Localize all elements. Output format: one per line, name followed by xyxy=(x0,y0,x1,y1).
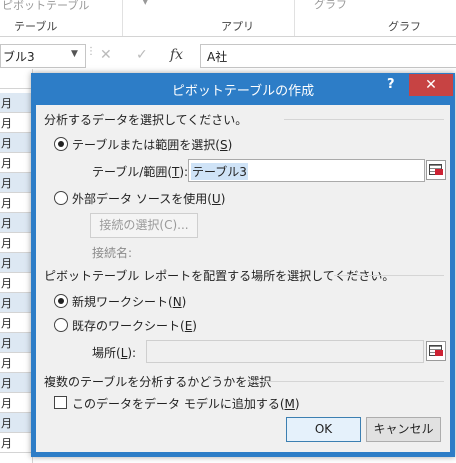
formula-buttons: ✕ ✓ fx xyxy=(90,44,194,66)
connection-name-label: 接続名: xyxy=(92,246,133,260)
table-row[interactable]: 月 xyxy=(0,413,32,433)
table-row[interactable]: 月 xyxy=(0,313,32,333)
table-row[interactable]: 月 xyxy=(0,233,32,253)
ribbon-pivottable-item[interactable]: ピボットテーブル xyxy=(2,0,89,13)
dialog-titlebar[interactable]: ピボットテーブルの作成 ? ✕ xyxy=(31,73,455,103)
name-box[interactable]: ブル3 ▼ xyxy=(0,44,86,68)
divider xyxy=(284,119,444,120)
table-row[interactable]: 月 xyxy=(0,273,32,293)
radio-table-range-label[interactable]: テーブルまたは範囲を選択(S) xyxy=(72,136,232,153)
formula-value: A社 xyxy=(207,50,228,64)
table-row[interactable]: 月 xyxy=(0,133,32,153)
choose-connection-button[interactable]: 接続の選択(C)... xyxy=(90,213,198,238)
table-range-input[interactable]: テーブル3 xyxy=(188,159,425,182)
ribbon-separator xyxy=(294,0,295,36)
table-range-label: テーブル/範囲(T): xyxy=(92,165,189,179)
table-row[interactable] xyxy=(0,69,32,89)
radio-external-source-label[interactable]: 外部データ ソースを使用(U) xyxy=(72,190,225,207)
grip-icon: ⋮ xyxy=(86,46,96,57)
ribbon-separator xyxy=(122,0,123,36)
close-button[interactable]: ✕ xyxy=(409,74,453,96)
range-select-icon[interactable] xyxy=(426,160,446,180)
table-row[interactable]: 月 xyxy=(0,193,32,213)
cancel-button[interactable]: キャンセル xyxy=(366,417,441,442)
table-row[interactable]: 月 xyxy=(0,153,32,173)
table-row[interactable]: 月 xyxy=(0,293,32,313)
radio-new-worksheet-label[interactable]: 新規ワークシート(N) xyxy=(72,293,186,310)
ribbon-graph-item[interactable]: グラフ xyxy=(314,0,347,12)
location-select-icon[interactable] xyxy=(426,341,446,361)
ribbon-group-graph-label: グラフ xyxy=(388,20,421,33)
radio-existing-worksheet-label[interactable]: 既存のワークシート(E) xyxy=(72,317,197,334)
section-choose-data-label: 分析するデータを選択してください。 xyxy=(44,113,248,127)
dialog-body: 分析するデータを選択してください。 テーブルまたは範囲を選択(S) テーブル/範… xyxy=(36,105,450,452)
table-range-value: テーブル3 xyxy=(191,163,248,180)
divider xyxy=(334,275,444,276)
radio-existing-worksheet[interactable] xyxy=(54,318,68,332)
name-box-value: ブル3 xyxy=(3,50,35,64)
radio-external-source[interactable] xyxy=(54,191,68,205)
table-row[interactable]: 月 xyxy=(0,393,32,413)
ribbon-dropdown-icon[interactable]: ▾ xyxy=(142,0,149,9)
formula-input[interactable]: A社 xyxy=(200,44,456,68)
create-pivottable-dialog: ピボットテーブルの作成 ? ✕ 分析するデータを選択してください。 テーブルまた… xyxy=(31,73,455,457)
add-to-data-model-checkbox[interactable] xyxy=(54,396,67,409)
ribbon-group-apps-label: アプリ xyxy=(221,20,254,33)
add-to-data-model-label[interactable]: このデータをデータ モデルに追加する(M) xyxy=(72,395,300,412)
section-multiple-tables-label: 複数のテーブルを分析するかどうかを選択 xyxy=(44,375,272,389)
table-row[interactable]: 月 xyxy=(0,253,32,273)
ok-button[interactable]: OK xyxy=(286,417,361,442)
table-row[interactable]: 月 xyxy=(0,373,32,393)
table-row[interactable]: 月 xyxy=(0,333,32,353)
help-icon[interactable]: ? xyxy=(387,77,395,92)
ribbon: ピボットテーブル テーブル ▾ アプリ グラフ グラフ xyxy=(0,0,456,37)
chevron-down-icon[interactable]: ▼ xyxy=(71,49,78,59)
ribbon-group-table-label: テーブル xyxy=(14,20,58,33)
table-row[interactable]: 月 xyxy=(0,93,32,113)
table-row[interactable]: 月 xyxy=(0,173,32,193)
cancel-icon[interactable]: ✕ xyxy=(100,47,112,63)
fx-icon[interactable]: fx xyxy=(170,47,183,63)
table-row[interactable]: 月 xyxy=(0,433,32,453)
divider xyxy=(248,381,444,382)
location-label: 場所(L): xyxy=(92,346,137,360)
table-row[interactable]: 月 xyxy=(0,113,32,133)
table-row[interactable]: 月 xyxy=(0,213,32,233)
sheet-column: 月 月 月 月 月 月 月 月 月 月 月 月 月 月 月 月 月 月 xyxy=(0,69,33,463)
table-row[interactable]: 月 xyxy=(0,353,32,373)
enter-icon[interactable]: ✓ xyxy=(136,47,148,63)
radio-table-range[interactable] xyxy=(54,137,68,151)
location-input[interactable] xyxy=(146,340,424,363)
radio-new-worksheet[interactable] xyxy=(54,294,68,308)
